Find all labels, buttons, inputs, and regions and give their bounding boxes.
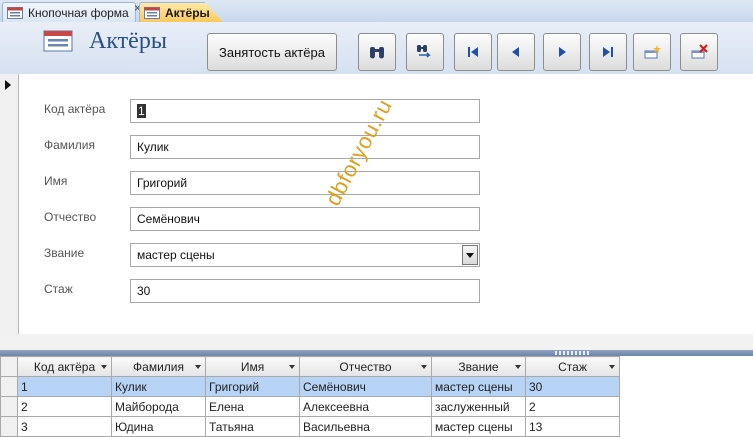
column-header[interactable]: Звание: [431, 356, 526, 377]
sort-arrow-icon[interactable]: [421, 365, 427, 369]
row-selector[interactable]: [0, 396, 18, 417]
form-footer-gap: [0, 334, 753, 350]
column-header-label: Фамилия: [133, 359, 184, 374]
last-record-button[interactable]: [589, 33, 627, 71]
table-cell[interactable]: 30: [525, 376, 620, 397]
column-header[interactable]: Отчество: [299, 356, 432, 377]
form-header: Актёры Занятость актёра: [0, 22, 753, 74]
tab-label: Актёры: [165, 5, 210, 20]
table-cell[interactable]: Кулик: [111, 376, 206, 397]
label-experience: Стаж: [44, 282, 73, 296]
column-header-label: Звание: [458, 359, 499, 374]
current-record-icon: [5, 80, 11, 90]
next-record-button[interactable]: [543, 33, 581, 71]
last-record-icon: [603, 47, 613, 57]
field-value: мастер сцены: [137, 248, 215, 262]
column-header-label: Код актёра: [33, 359, 96, 374]
label-surname: Фамилия: [44, 138, 95, 152]
table-cell[interactable]: Елена: [205, 396, 300, 417]
actor-code-field[interactable]: 1: [130, 99, 480, 123]
previous-record-button[interactable]: [497, 33, 535, 71]
tab-switchboard[interactable]: Кнопочная форма: [2, 2, 136, 22]
datasheet-table: Код актёра Фамилия Имя Отчество Звание С…: [0, 356, 620, 437]
replace-button[interactable]: [406, 33, 444, 71]
find-replace-icon: [417, 45, 431, 58]
column-header-label: Имя: [240, 359, 265, 374]
form-icon: [43, 30, 73, 52]
table-cell[interactable]: 13: [525, 416, 620, 437]
document-tab-strip: Кнопочная форма × Актёры: [0, 0, 753, 23]
next-record-icon: [559, 47, 566, 57]
table-row[interactable]: 3 Юдина Татьяна Васильевна мастер сцены …: [0, 416, 620, 437]
select-all-cell[interactable]: [0, 356, 18, 377]
tab-actors[interactable]: Актёры: [139, 2, 223, 22]
label-actor-code: Код актёра: [44, 102, 106, 116]
new-record-icon: [644, 45, 661, 59]
field-value: 1: [137, 104, 146, 118]
column-header[interactable]: Стаж: [525, 356, 620, 377]
dropdown-button[interactable]: [462, 245, 478, 265]
previous-record-icon: [512, 47, 519, 57]
table-cell[interactable]: 3: [17, 416, 112, 437]
row-selector[interactable]: [0, 416, 18, 437]
record-selector-bar: [0, 74, 19, 334]
sort-arrow-icon[interactable]: [515, 365, 521, 369]
table-cell[interactable]: Семёнович: [299, 376, 432, 397]
find-button[interactable]: [358, 33, 396, 71]
first-record-icon: [468, 47, 478, 57]
first-record-button[interactable]: [454, 33, 492, 71]
table-cell[interactable]: Алексеевна: [299, 396, 432, 417]
new-record-button[interactable]: [633, 33, 671, 71]
chevron-down-icon: [466, 252, 474, 258]
table-cell[interactable]: мастер сцены: [431, 416, 526, 437]
column-header[interactable]: Фамилия: [111, 356, 206, 377]
label-rank: Звание: [44, 246, 85, 260]
table-cell[interactable]: 2: [525, 396, 620, 417]
column-header-label: Отчество: [339, 359, 392, 374]
table-cell[interactable]: Васильевна: [299, 416, 432, 437]
tab-label: Кнопочная форма: [28, 5, 129, 20]
table-cell[interactable]: 2: [17, 396, 112, 417]
table-cell[interactable]: Майборода: [111, 396, 206, 417]
table-cell[interactable]: мастер сцены: [431, 376, 526, 397]
table-cell[interactable]: Григорий: [205, 376, 300, 397]
datasheet: Код актёра Фамилия Имя Отчество Звание С…: [0, 356, 753, 437]
sort-arrow-icon[interactable]: [289, 365, 295, 369]
patronymic-field[interactable]: Семёнович: [130, 207, 480, 231]
delete-record-icon: [691, 44, 708, 59]
row-selector[interactable]: [0, 376, 18, 397]
rank-combobox[interactable]: мастер сцены: [130, 243, 480, 267]
form-icon: [7, 6, 23, 19]
page-title: Актёры: [89, 28, 167, 54]
column-header[interactable]: Имя: [205, 356, 300, 377]
table-cell[interactable]: 1: [17, 376, 112, 397]
button-label: Занятость актёра: [219, 44, 325, 60]
header-row: Код актёра Фамилия Имя Отчество Звание С…: [0, 356, 620, 377]
sort-arrow-icon[interactable]: [609, 365, 615, 369]
sort-arrow-icon[interactable]: [195, 365, 201, 369]
splitter-grip-icon[interactable]: [555, 351, 591, 355]
column-header[interactable]: Код актёра: [17, 356, 112, 377]
table-cell[interactable]: заслуженный: [431, 396, 526, 417]
form-icon: [144, 6, 160, 19]
sort-arrow-icon[interactable]: [101, 365, 107, 369]
column-header-label: Стаж: [558, 359, 587, 374]
label-name: Имя: [44, 174, 68, 188]
table-row[interactable]: 2 Майборода Елена Алексеевна заслуженный…: [0, 396, 620, 417]
delete-record-button[interactable]: [680, 33, 718, 71]
table-cell[interactable]: Юдина: [111, 416, 206, 437]
binoculars-icon: [370, 47, 384, 59]
actor-occupancy-button[interactable]: Занятость актёра: [207, 33, 337, 71]
table-cell[interactable]: Татьяна: [205, 416, 300, 437]
name-field[interactable]: Григорий: [130, 171, 480, 195]
experience-field[interactable]: 30: [130, 279, 480, 303]
label-patronymic: Отчество: [44, 210, 97, 224]
table-row[interactable]: 1 Кулик Григорий Семёнович мастер сцены …: [0, 376, 620, 397]
surname-field[interactable]: Кулик: [130, 135, 480, 159]
